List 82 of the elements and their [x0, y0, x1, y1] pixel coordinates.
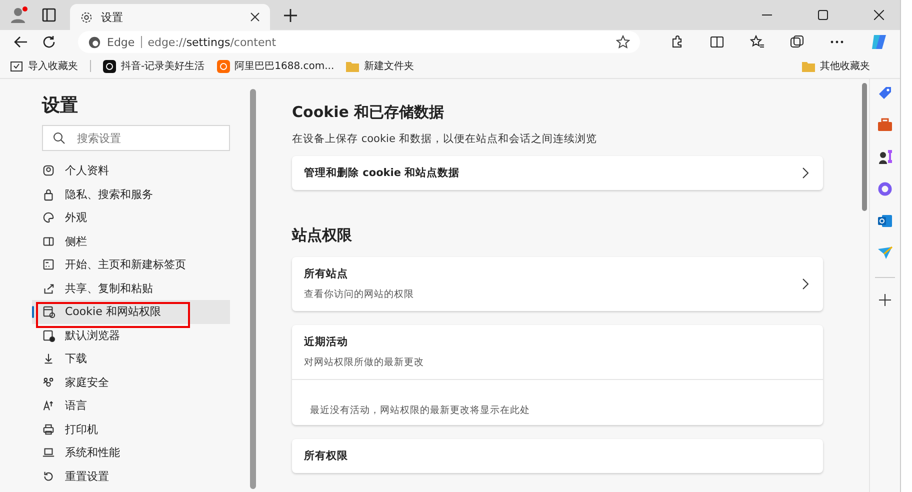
- bookmark-item[interactable]: 导入收藏夹: [10, 59, 78, 73]
- settings-card[interactable]: 管理和删除 cookie 和站点数据: [292, 156, 823, 190]
- folder-icon: [802, 60, 815, 72]
- search-icon: [53, 132, 65, 144]
- nav-item[interactable]: 默认浏览器: [32, 324, 230, 347]
- scrollbar-thumb[interactable]: [250, 89, 256, 489]
- nav-item[interactable]: 个人资料: [32, 159, 230, 182]
- folder-icon: [346, 60, 360, 72]
- bookmark-item[interactable]: 抖音-记录美好生活: [103, 59, 205, 73]
- home-icon: [42, 258, 55, 272]
- split-screen-icon[interactable]: [710, 35, 724, 49]
- settings-card[interactable]: 近期活动 对网站权限所做的最新更改 最近没有活动，网站权限的最新更改将显示在此处: [292, 325, 823, 425]
- profile-icon: [42, 164, 55, 178]
- settings-card[interactable]: 所有站点 查看你访问的网站的权限: [292, 257, 823, 311]
- section-heading: Cookie 和已存储数据: [292, 103, 446, 122]
- card-title: 所有站点: [304, 267, 349, 281]
- laptop-icon: [42, 446, 55, 460]
- card-title: 管理和删除 cookie 和站点数据: [304, 166, 461, 180]
- nav-item[interactable]: Cookie 和网站权限: [32, 300, 230, 324]
- nav-item[interactable]: 家庭安全: [32, 370, 230, 394]
- nav-item[interactable]: 外观: [32, 206, 230, 230]
- new-tab-icon[interactable]: [284, 8, 297, 22]
- nav-item[interactable]: 下载: [32, 347, 230, 370]
- settings-title: 设置: [42, 94, 79, 117]
- collections-icon[interactable]: [790, 35, 804, 49]
- nav-item[interactable]: 打印机: [32, 418, 230, 441]
- tag-icon[interactable]: [877, 85, 893, 101]
- palette-icon: [42, 211, 55, 224]
- close-icon[interactable]: [250, 12, 260, 22]
- back-icon[interactable]: [14, 35, 28, 49]
- puzzle-icon[interactable]: [670, 35, 684, 49]
- section-description: 在设备上保存 cookie 和数据，以便在站点和会话之间连续浏览: [292, 132, 598, 146]
- language-icon: [42, 399, 55, 412]
- panel-icon: [42, 234, 55, 248]
- site-favicon-icon: [103, 60, 116, 72]
- tab-actions-icon[interactable]: [42, 8, 56, 22]
- scrollbar-thumb[interactable]: [862, 83, 867, 211]
- profile-icon[interactable]: [10, 6, 28, 24]
- bookmark-item[interactable]: 阿里巴巴1688.com...: [216, 59, 334, 73]
- nav-item[interactable]: 语言: [32, 394, 230, 418]
- maximize-icon[interactable]: [818, 10, 828, 20]
- nav-item[interactable]: 系统和性能: [32, 441, 230, 464]
- card-title: 近期活动: [304, 335, 349, 349]
- star-icon[interactable]: [616, 35, 630, 49]
- browser-icon: [42, 328, 55, 342]
- nav-item[interactable]: 共享、复制和粘贴: [32, 276, 230, 300]
- gear-icon: [80, 10, 93, 24]
- import-icon: [10, 60, 23, 72]
- cookie-icon: [42, 305, 55, 318]
- bookmark-item[interactable]: 其他收藏夹: [802, 59, 870, 73]
- reset-icon: [42, 470, 55, 483]
- mail-app-icon[interactable]: [877, 213, 893, 229]
- card-title: 所有权限: [304, 449, 349, 463]
- share-icon: [42, 282, 55, 295]
- card-subtitle: 查看你访问的网站的权限: [304, 288, 415, 301]
- bookmark-item[interactable]: 新建文件夹: [346, 59, 414, 73]
- more-icon[interactable]: [830, 40, 844, 44]
- section-heading: 站点权限: [292, 226, 353, 245]
- url-text: edge://settings/content: [148, 36, 276, 48]
- nav-item[interactable]: 隐私、搜索和服务: [32, 182, 230, 206]
- nav-item[interactable]: 重置设置: [32, 464, 230, 488]
- site-favicon-icon: [216, 60, 230, 72]
- close-icon[interactable]: [874, 10, 884, 20]
- paper-plane-icon[interactable]: [877, 245, 893, 261]
- browser-tab[interactable]: 设置: [70, 4, 270, 30]
- toolbox-icon[interactable]: [877, 117, 893, 133]
- download-icon: [42, 352, 55, 366]
- nav-item[interactable]: 侧栏: [32, 230, 230, 253]
- address-bar[interactable]: Edge edge://settings/content: [78, 31, 640, 53]
- lock-icon: [42, 188, 55, 201]
- nav-item[interactable]: 开始、主页和新建标签页: [32, 253, 230, 276]
- settings-card[interactable]: 所有权限: [292, 439, 823, 473]
- site-label: Edge: [107, 36, 135, 48]
- printer-icon: [42, 422, 55, 436]
- favorites-icon[interactable]: [750, 35, 764, 49]
- refresh-icon[interactable]: [42, 35, 56, 49]
- card-subtitle: 对网站权限所做的最新更改: [304, 356, 425, 369]
- search-field[interactable]: 搜索设置: [42, 125, 230, 151]
- ring-logo-icon[interactable]: [877, 181, 893, 197]
- empty-message: 最近没有活动，网站权限的最新更改将显示在此处: [292, 379, 823, 425]
- family-icon: [42, 376, 55, 389]
- add-icon[interactable]: [879, 294, 891, 306]
